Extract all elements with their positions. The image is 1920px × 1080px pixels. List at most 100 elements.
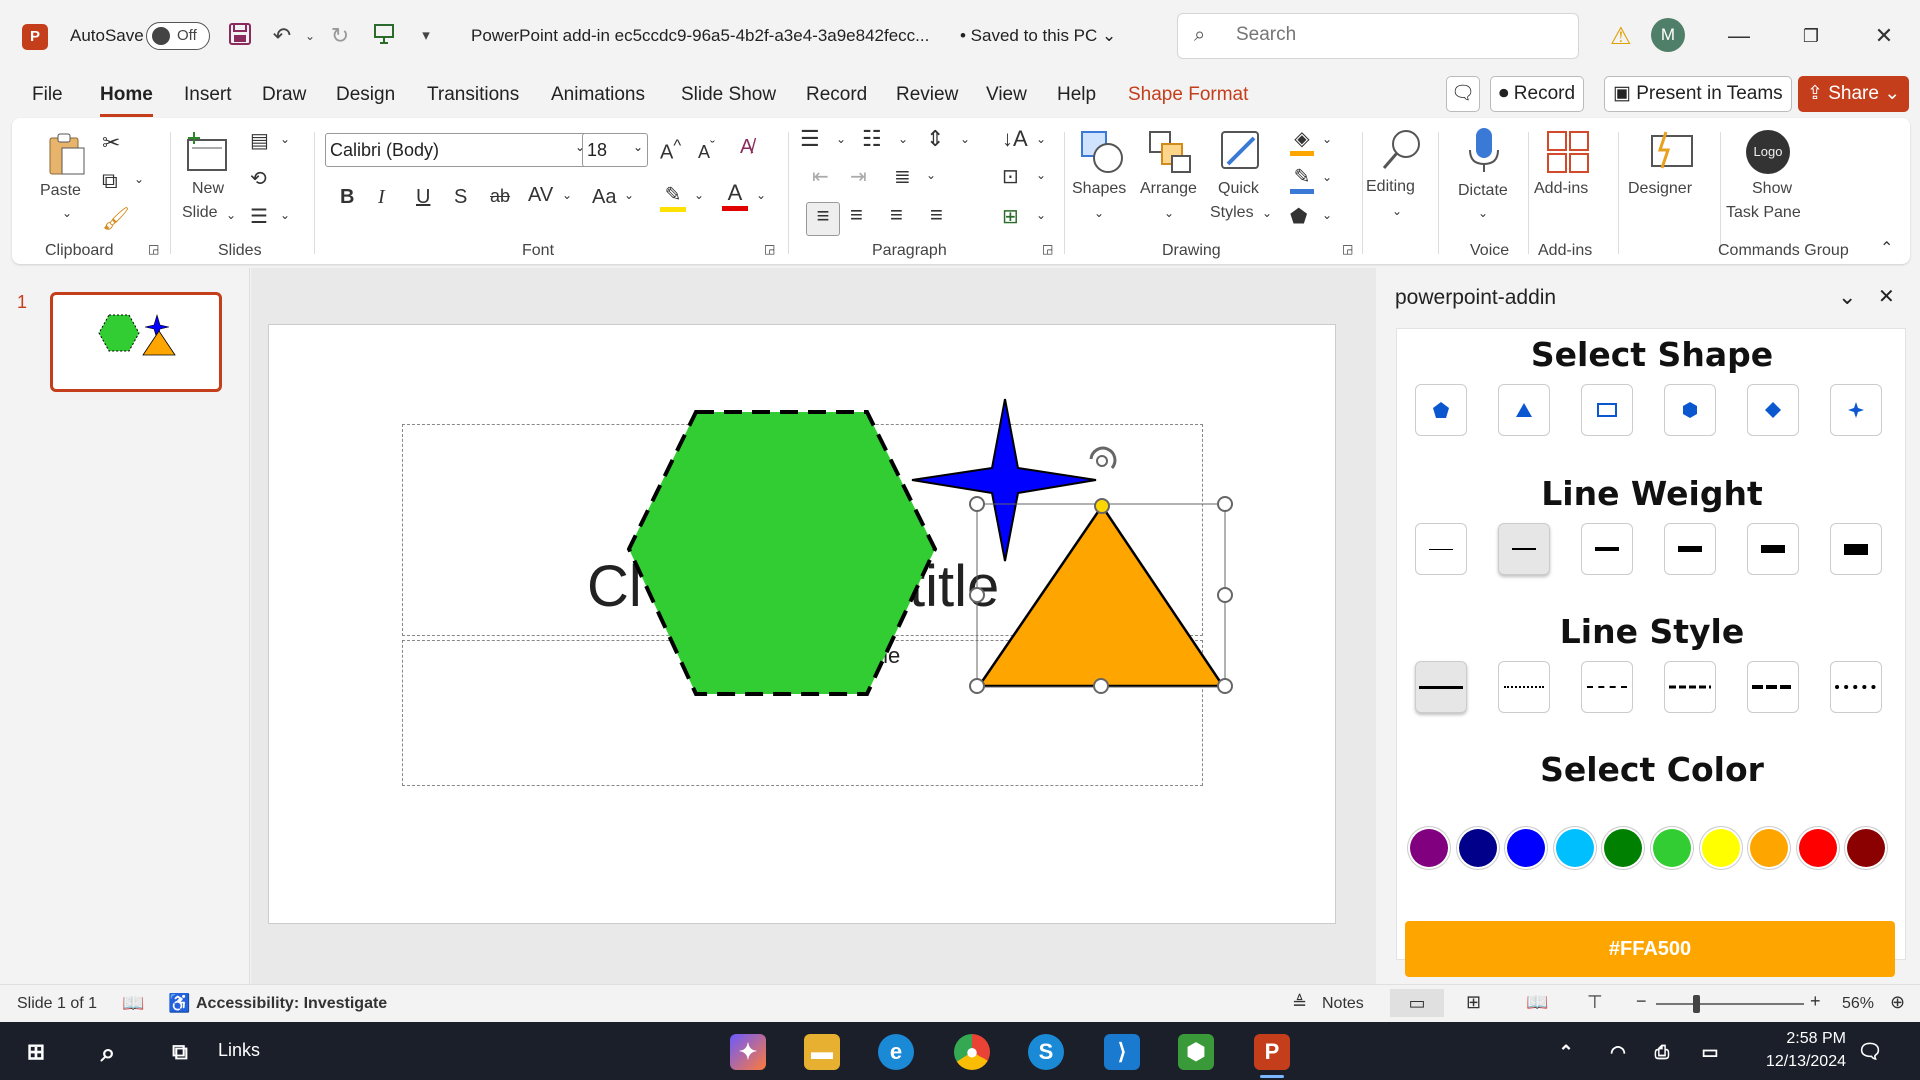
drawing-launcher-icon[interactable]: ◲: [1342, 242, 1353, 256]
avatar[interactable]: M: [1651, 18, 1685, 52]
shadow-icon[interactable]: S: [454, 186, 467, 209]
addin-logo[interactable]: Logo: [1746, 130, 1790, 174]
arrange-label[interactable]: Arrange: [1140, 180, 1197, 198]
strikethrough-icon[interactable]: ab: [490, 186, 510, 207]
line-weight-3-button[interactable]: [1581, 523, 1633, 575]
shape-hexagon-button[interactable]: [1664, 384, 1716, 436]
file-explorer-icon[interactable]: ▬: [804, 1034, 840, 1070]
color-swatch[interactable]: [1798, 829, 1837, 867]
align-text-icon[interactable]: ⊡: [1002, 164, 1019, 189]
zoom-slider-track[interactable]: [1656, 995, 1804, 1013]
highlight-icon[interactable]: ✎: [660, 182, 686, 212]
line-spacing-icon[interactable]: ⇕: [926, 126, 944, 152]
customize-toolbar-icon[interactable]: ▾: [412, 22, 440, 50]
taskpane-close-icon[interactable]: ✕: [1878, 284, 1895, 309]
quick-styles-icon[interactable]: [1218, 128, 1266, 172]
line-style-long-dash-button[interactable]: [1664, 661, 1716, 713]
dictate-label[interactable]: Dictate: [1458, 182, 1508, 200]
section-dropdown-icon[interactable]: ⌄: [280, 208, 290, 222]
tab-review[interactable]: Review: [896, 84, 958, 106]
editing-dropdown-icon[interactable]: ⌄: [1392, 204, 1402, 218]
color-swatch[interactable]: [1604, 829, 1643, 867]
resize-handle-e[interactable]: [1217, 587, 1233, 603]
spacing-dropdown-icon[interactable]: ⌄: [562, 188, 572, 202]
shapes-label[interactable]: Shapes: [1072, 180, 1126, 198]
font-color-dropdown-icon[interactable]: ⌄: [756, 188, 766, 202]
color-swatch[interactable]: [1750, 829, 1789, 867]
color-swatch[interactable]: [1410, 829, 1448, 867]
smartart-icon[interactable]: ⊞: [1002, 204, 1019, 229]
tab-view[interactable]: View: [986, 84, 1027, 106]
spelling-icon[interactable]: 📖: [122, 993, 144, 1014]
undo-dropdown-icon[interactable]: ⌄: [296, 22, 324, 50]
underline-icon[interactable]: U: [416, 186, 430, 209]
numbering-dropdown-icon[interactable]: ⌄: [898, 132, 908, 146]
taskbar-search-icon[interactable]: ⌕: [90, 1034, 126, 1070]
line-weight-1-button[interactable]: [1415, 523, 1467, 575]
line-weight-5-button[interactable]: [1747, 523, 1799, 575]
clear-formatting-icon[interactable]: A̸: [740, 136, 753, 159]
edge-icon[interactable]: e: [878, 1034, 914, 1070]
line-weight-4-button[interactable]: [1664, 523, 1716, 575]
tab-design[interactable]: Design: [336, 84, 395, 106]
editing-search-icon[interactable]: [1378, 126, 1426, 170]
shape-triangle-button[interactable]: [1498, 384, 1550, 436]
shape-effects-icon[interactable]: ⬟: [1290, 204, 1307, 229]
selected-color-button[interactable]: #FFA500: [1405, 921, 1895, 977]
resize-handle-w[interactable]: [969, 587, 985, 603]
new-slide-label-2[interactable]: Slide: [182, 204, 218, 222]
align-right-icon[interactable]: ≡: [890, 202, 903, 228]
adjust-handle[interactable]: [1094, 498, 1110, 514]
bullets-dropdown-icon[interactable]: ⌄: [836, 132, 846, 146]
record-button[interactable]: ⏺ Record: [1490, 76, 1585, 112]
present-from-start-icon[interactable]: [370, 22, 398, 50]
text-direction-icon[interactable]: ↓A: [1002, 126, 1028, 152]
slideshow-view-icon[interactable]: ⊤: [1587, 992, 1603, 1013]
columns-icon[interactable]: ≣: [894, 164, 911, 189]
shape-effects-dropdown-icon[interactable]: ⌄: [1322, 208, 1332, 222]
reading-view-icon[interactable]: 📖: [1526, 992, 1548, 1013]
section-icon[interactable]: ☰: [250, 204, 268, 229]
share-button[interactable]: ⇪ Share ⌄: [1798, 76, 1910, 112]
line-weight-6-button[interactable]: [1830, 523, 1882, 575]
save-icon[interactable]: [226, 22, 254, 50]
tab-draw[interactable]: Draw: [262, 84, 306, 106]
highlight-dropdown-icon[interactable]: ⌄: [694, 188, 704, 202]
battery-icon[interactable]: ▭: [1692, 1034, 1728, 1070]
slide[interactable]: Cl title tle: [268, 324, 1336, 924]
rotate-handle-icon[interactable]: [1089, 446, 1117, 469]
line-style-round-dot-button[interactable]: [1830, 661, 1882, 713]
shape-star-button[interactable]: [1830, 384, 1882, 436]
present-in-teams-button[interactable]: ▣ Present in Teams: [1604, 76, 1792, 112]
collapse-ribbon-icon[interactable]: ⌃: [1880, 238, 1893, 258]
blue-star-shape[interactable]: [911, 398, 1097, 562]
quick-styles-label[interactable]: Quick: [1218, 180, 1259, 198]
notification-icon[interactable]: 🗨: [1852, 1034, 1888, 1070]
tab-home[interactable]: Home: [100, 84, 153, 117]
shape-outline-dropdown-icon[interactable]: ⌄: [1322, 170, 1332, 184]
paste-icon[interactable]: [42, 130, 90, 175]
dictate-dropdown-icon[interactable]: ⌄: [1478, 206, 1488, 220]
font-color-icon[interactable]: A: [722, 180, 748, 211]
autosave-toggle[interactable]: Off: [146, 22, 210, 50]
increase-indent-icon[interactable]: ⇥: [850, 164, 867, 189]
color-swatch[interactable]: [1701, 829, 1740, 867]
shapes-icon[interactable]: [1078, 128, 1126, 173]
tab-help[interactable]: Help: [1057, 84, 1096, 106]
zoom-level[interactable]: 56%: [1842, 995, 1874, 1013]
slide-counter[interactable]: Slide 1 of 1: [17, 995, 97, 1013]
addins-label[interactable]: Add-ins: [1534, 180, 1588, 198]
columns-dropdown-icon[interactable]: ⌄: [926, 168, 936, 182]
layout-dropdown-icon[interactable]: ⌄: [280, 132, 290, 146]
align-left-icon[interactable]: ≡: [806, 202, 840, 236]
designer-label[interactable]: Designer: [1628, 180, 1692, 198]
accessibility-icon[interactable]: ♿: [168, 993, 190, 1014]
resize-handle-ne[interactable]: [1217, 496, 1233, 512]
tab-shape-format[interactable]: Shape Format: [1128, 84, 1248, 106]
quick-styles-label-2[interactable]: Styles: [1210, 204, 1254, 222]
taskbar-time[interactable]: 2:58 PM: [1756, 1030, 1846, 1048]
windows-start-icon[interactable]: ⊞: [18, 1034, 54, 1070]
wifi-icon[interactable]: ◠: [1600, 1034, 1636, 1070]
paragraph-launcher-icon[interactable]: ◲: [1042, 242, 1053, 256]
microphone-icon[interactable]: [1464, 126, 1512, 172]
